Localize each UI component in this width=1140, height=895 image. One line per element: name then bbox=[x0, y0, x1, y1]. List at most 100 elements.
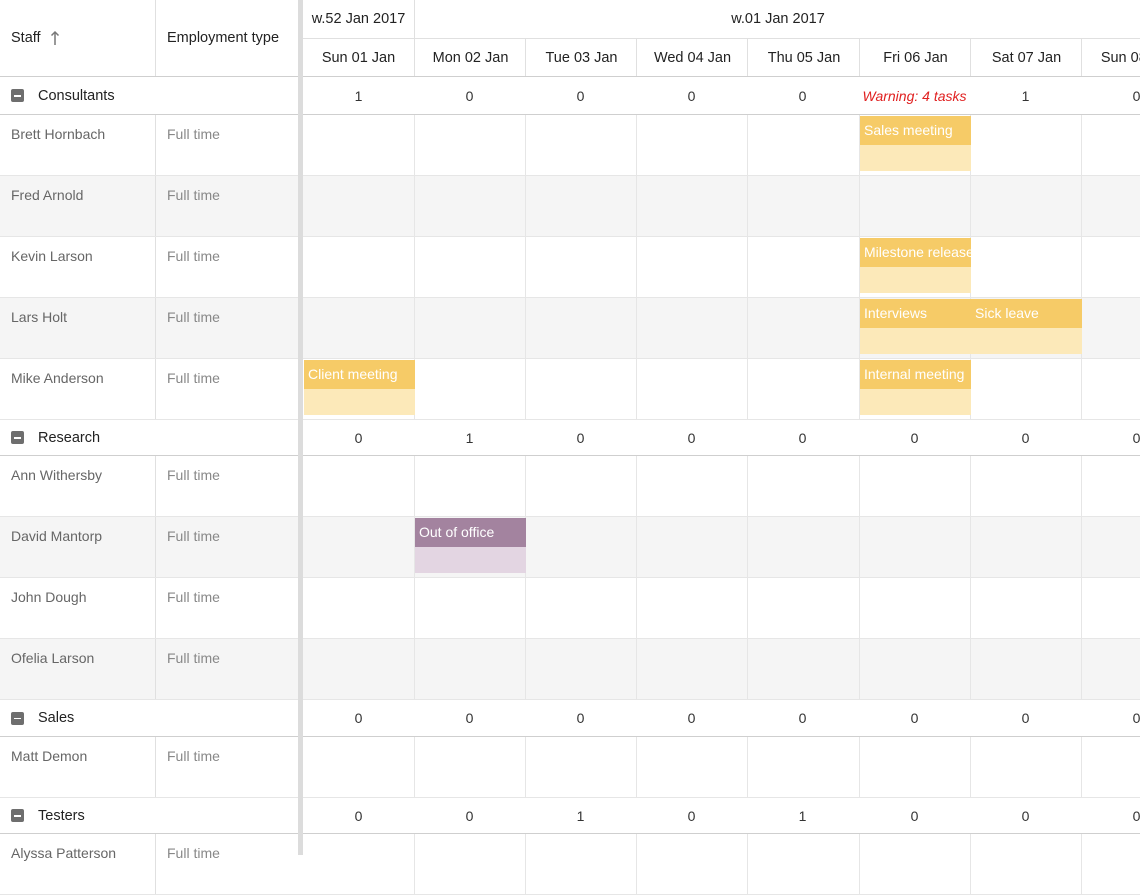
employment-type: Full time bbox=[167, 248, 220, 264]
event-block[interactable]: Sick leave bbox=[971, 299, 1082, 354]
day-gridline bbox=[636, 456, 637, 516]
collapse-icon[interactable] bbox=[11, 711, 24, 725]
group-row[interactable]: Testers 0 0 1 0 1 0 0 0 bbox=[0, 798, 1140, 834]
event-block[interactable]: Milestone release bbox=[860, 238, 971, 293]
day-gridline bbox=[859, 834, 860, 894]
event-block[interactable]: Client meeting bbox=[304, 360, 415, 415]
employment-column-header: Employment type bbox=[155, 0, 298, 76]
group-task-count: 1 bbox=[798, 807, 807, 824]
staff-row[interactable]: John Dough Full time bbox=[0, 578, 1140, 639]
day-gridline bbox=[414, 237, 415, 297]
day-gridline bbox=[970, 578, 971, 638]
group-task-count: 0 bbox=[576, 710, 585, 726]
group-task-count: 0 bbox=[576, 429, 585, 446]
staff-name: Matt Demon bbox=[11, 748, 88, 764]
staff-name: Lars Holt bbox=[11, 309, 68, 325]
group-task-count: 0 bbox=[1132, 429, 1140, 446]
week-header: w.52 Jan 2017 bbox=[303, 0, 414, 39]
day-gridline bbox=[859, 578, 860, 638]
day-gridline bbox=[1081, 176, 1082, 236]
event-block[interactable]: Out of office bbox=[415, 518, 526, 573]
event-label: Client meeting bbox=[304, 360, 415, 389]
group-task-count: 0 bbox=[910, 807, 919, 824]
group-row[interactable]: Consultants 1 0 0 0 0 Warning: 4 tasks 1 0 bbox=[0, 77, 1140, 115]
group-warning: Warning: 4 tasks bbox=[862, 87, 967, 104]
day-gridline bbox=[859, 639, 860, 699]
day-gridline bbox=[636, 578, 637, 638]
event-body bbox=[860, 389, 971, 415]
employment-type: Full time bbox=[167, 589, 220, 605]
staff-row[interactable]: David Mantorp Full time bbox=[0, 517, 1140, 578]
group-task-count: 0 bbox=[1132, 807, 1140, 824]
event-label: Interviews bbox=[860, 299, 971, 328]
employment-type-cell: Full time bbox=[155, 176, 299, 236]
day-gridline bbox=[747, 737, 748, 797]
staff-name: Brett Hornbach bbox=[11, 126, 106, 142]
day-gridline bbox=[525, 639, 526, 699]
staff-row[interactable]: Ann Withersby Full time bbox=[0, 456, 1140, 517]
event-block[interactable]: Sales meeting bbox=[860, 116, 971, 171]
group-row[interactable]: Research 0 1 0 0 0 0 0 0 bbox=[0, 420, 1140, 456]
staff-row[interactable]: Fred Arnold Full time bbox=[0, 176, 1140, 237]
day-gridline bbox=[970, 834, 971, 894]
group-task-count: 0 bbox=[354, 807, 363, 824]
staff-name: David Mantorp bbox=[11, 528, 103, 544]
group-task-count: 0 bbox=[465, 87, 474, 104]
day-gridline bbox=[525, 578, 526, 638]
group-task-count: 0 bbox=[798, 710, 807, 726]
day-gridline bbox=[970, 176, 971, 236]
event-block[interactable]: Interviews bbox=[860, 299, 971, 354]
day-gridline bbox=[636, 176, 637, 236]
employment-type-cell: Full time bbox=[155, 639, 299, 699]
day-gridline bbox=[747, 456, 748, 516]
group-row[interactable]: Sales 0 0 0 0 0 0 0 0 bbox=[0, 700, 1140, 737]
day-gridline bbox=[414, 578, 415, 638]
staff-row[interactable]: Alyssa Patterson Full time bbox=[0, 834, 1140, 895]
staff-column-header: Staff Employment type bbox=[0, 0, 300, 77]
day-header: Thu 05 Jan bbox=[747, 38, 860, 76]
employment-type: Full time bbox=[167, 748, 220, 764]
day-gridline bbox=[970, 456, 971, 516]
day-gridline bbox=[747, 517, 748, 577]
collapse-icon[interactable] bbox=[11, 431, 24, 444]
day-gridline bbox=[525, 834, 526, 894]
column-splitter[interactable] bbox=[298, 0, 303, 855]
day-header: Wed 04 Jan bbox=[636, 38, 748, 76]
day-gridline bbox=[747, 834, 748, 894]
day-gridline bbox=[747, 578, 748, 638]
day-gridline bbox=[1081, 517, 1082, 577]
day-gridline bbox=[747, 115, 748, 175]
day-gridline bbox=[525, 456, 526, 516]
event-body bbox=[415, 547, 526, 573]
group-task-count: 0 bbox=[1021, 710, 1030, 726]
event-block[interactable]: Internal meeting bbox=[860, 360, 971, 415]
event-body bbox=[304, 389, 415, 415]
day-header: Fri 06 Jan bbox=[859, 38, 971, 76]
day-gridline bbox=[970, 737, 971, 797]
staff-row[interactable]: Matt Demon Full time bbox=[0, 737, 1140, 798]
group-header: Testers bbox=[0, 798, 298, 833]
sort-ascending-icon[interactable] bbox=[50, 30, 60, 46]
employment-type-cell: Full time bbox=[155, 115, 299, 175]
day-gridline bbox=[414, 298, 415, 358]
group-task-count: 1 bbox=[1021, 87, 1030, 104]
staff-row[interactable]: Ofelia Larson Full time bbox=[0, 639, 1140, 700]
staff-column-title[interactable]: Staff bbox=[11, 30, 41, 46]
employment-type-cell: Full time bbox=[155, 834, 299, 894]
day-header: Sun 01 Jan bbox=[321, 49, 396, 66]
employment-type-cell: Full time bbox=[155, 456, 299, 516]
group-task-count: 0 bbox=[1132, 710, 1140, 726]
employment-column-title[interactable]: Employment type bbox=[167, 30, 279, 46]
day-gridline bbox=[1081, 578, 1082, 638]
collapse-icon[interactable] bbox=[11, 89, 24, 102]
group-task-count: 1 bbox=[576, 807, 585, 824]
day-gridline bbox=[525, 737, 526, 797]
group-task-count: 0 bbox=[687, 429, 696, 446]
group-name: Consultants bbox=[38, 87, 115, 104]
day-gridline bbox=[1081, 639, 1082, 699]
day-gridline bbox=[970, 639, 971, 699]
collapse-icon[interactable] bbox=[11, 809, 24, 822]
event-label: Internal meeting bbox=[860, 360, 971, 389]
group-task-count: 0 bbox=[1132, 87, 1140, 104]
day-gridline bbox=[859, 176, 860, 236]
